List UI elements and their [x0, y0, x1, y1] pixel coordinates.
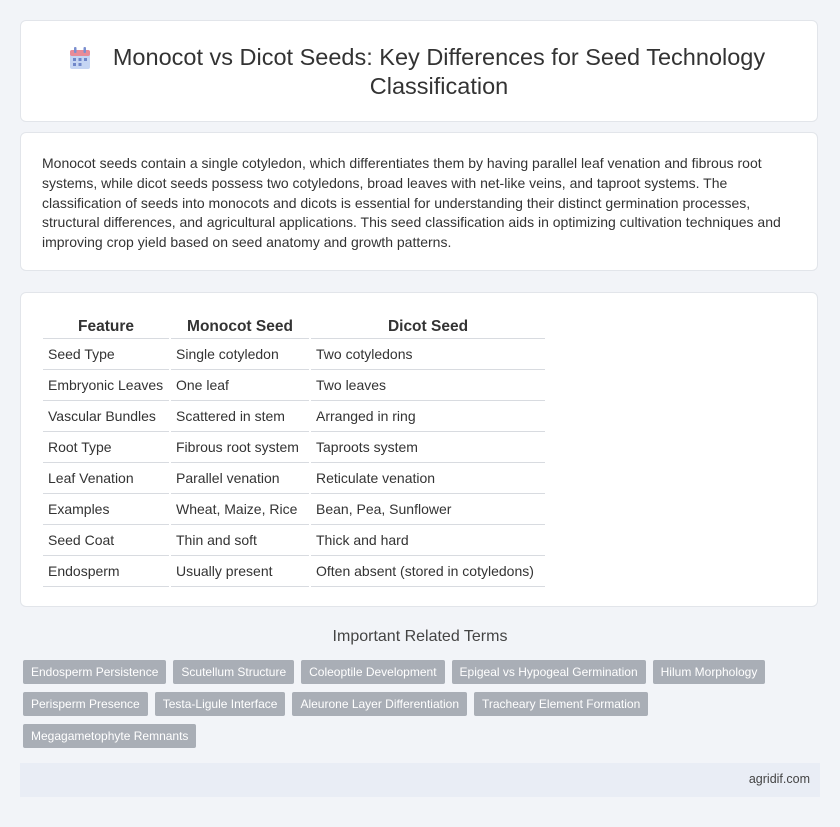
cell-feature: Seed Coat: [43, 524, 170, 556]
header-dicot: Dicot Seed: [309, 315, 545, 339]
cell-monocot: Single cotyledon: [169, 338, 310, 370]
table-row: Seed Type Single cotyledon Two cotyledon…: [43, 338, 545, 370]
intro-card: Monocot seeds contain a single cotyledon…: [20, 132, 818, 271]
cell-monocot: Parallel venation: [169, 462, 310, 494]
related-term-tag[interactable]: Megagametophyte Remnants: [23, 724, 197, 748]
cell-feature: Root Type: [43, 431, 170, 463]
cell-monocot: One leaf: [169, 369, 310, 401]
footer-site-link[interactable]: agridif.com: [749, 772, 810, 786]
cell-dicot: Reticulate venation: [309, 462, 545, 494]
related-term-tag[interactable]: Endosperm Persistence: [23, 660, 167, 684]
cell-dicot: Two cotyledons: [309, 338, 545, 370]
cell-feature: Leaf Venation: [43, 462, 170, 494]
table-row: Vascular Bundles Scattered in stem Arran…: [43, 400, 545, 432]
table-header-row: Feature Monocot Seed Dicot Seed: [43, 315, 545, 339]
table-row: Embryonic Leaves One leaf Two leaves: [43, 369, 545, 401]
related-term-tag[interactable]: Hilum Morphology: [652, 660, 766, 684]
cell-dicot: Taproots system: [309, 431, 545, 463]
related-term-tag[interactable]: Testa-Ligule Interface: [154, 692, 286, 716]
table-row: Endosperm Usually present Often absent (…: [43, 555, 545, 587]
intro-paragraph: Monocot seeds contain a single cotyledon…: [42, 155, 781, 251]
table-row: Seed Coat Thin and soft Thick and hard: [43, 524, 545, 556]
header-feature: Feature: [43, 315, 170, 339]
cell-monocot: Scattered in stem: [169, 400, 310, 432]
related-term-tag[interactable]: Scutellum Structure: [173, 660, 295, 684]
cell-feature: Examples: [43, 493, 170, 525]
cell-dicot: Bean, Pea, Sunflower: [309, 493, 545, 525]
table-row: Root Type Fibrous root system Taproots s…: [43, 431, 545, 463]
related-term-tag[interactable]: Aleurone Layer Differentiation: [292, 692, 467, 716]
cell-feature: Endosperm: [43, 555, 170, 587]
footer: agridif.com: [20, 763, 820, 797]
table-row: Leaf Venation Parallel venation Reticula…: [43, 462, 545, 494]
cell-feature: Vascular Bundles: [43, 400, 170, 432]
cell-dicot: Arranged in ring: [309, 400, 545, 432]
related-term-tag[interactable]: Epigeal vs Hypogeal Germination: [451, 660, 646, 684]
cell-monocot: Usually present: [169, 555, 310, 587]
cell-feature: Seed Type: [43, 338, 170, 370]
cell-feature: Embryonic Leaves: [43, 369, 170, 401]
page-title: Monocot vs Dicot Seeds: Key Differences …: [112, 44, 766, 99]
cell-monocot: Thin and soft: [169, 524, 310, 556]
title-card: Monocot vs Dicot Seeds: Key Differences …: [20, 20, 818, 122]
cell-dicot: Thick and hard: [309, 524, 545, 556]
cell-monocot: Fibrous root system: [169, 431, 310, 463]
cell-dicot: Often absent (stored in cotyledons): [309, 555, 545, 587]
header-monocot: Monocot Seed: [169, 315, 310, 339]
related-terms-heading: Important Related Terms: [332, 628, 508, 645]
related-term-tag[interactable]: Tracheary Element Formation: [474, 692, 649, 716]
comparison-card: Feature Monocot Seed Dicot Seed Seed Typ…: [20, 292, 818, 607]
related-terms-list: Endosperm Persistence Scutellum Structur…: [23, 660, 783, 756]
cell-dicot: Two leaves: [309, 369, 545, 401]
related-term-tag[interactable]: Coleoptile Development: [301, 660, 445, 684]
comparison-table: Feature Monocot Seed Dicot Seed Seed Typ…: [43, 315, 545, 587]
cell-monocot: Wheat, Maize, Rice: [169, 493, 310, 525]
related-term-tag[interactable]: Perisperm Presence: [23, 692, 148, 716]
table-row: Examples Wheat, Maize, Rice Bean, Pea, S…: [43, 493, 545, 525]
